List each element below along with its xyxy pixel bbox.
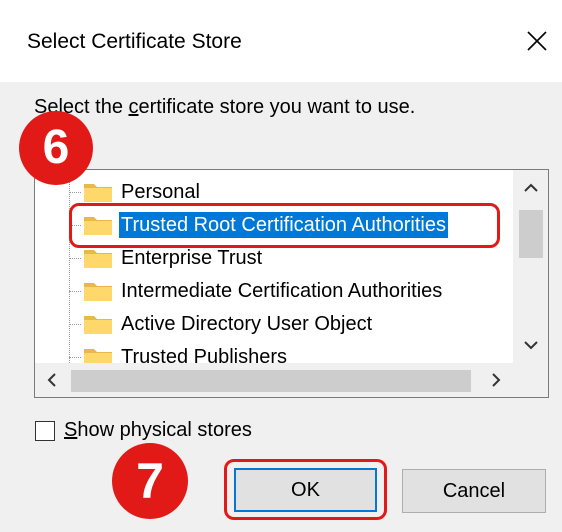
show-physical-stores-label[interactable]: Show physical stores — [64, 419, 252, 442]
tree-view-area: Personal Trusted Root Certification Auth… — [35, 170, 513, 363]
select-certificate-store-dialog: Select Certificate Store Select the cert… — [0, 0, 562, 532]
highlight-trusted-root — [69, 203, 500, 248]
chevron-left-icon[interactable] — [35, 363, 71, 397]
scrollbar-corner — [513, 363, 548, 397]
cancel-button[interactable]: Cancel — [402, 469, 546, 513]
tree-item-label: Enterprise Trust — [121, 247, 263, 269]
chevron-right-icon[interactable] — [477, 363, 513, 397]
folder-icon — [84, 250, 112, 268]
step-7-callout: 7 — [112, 443, 188, 519]
chevron-down-icon[interactable] — [513, 327, 549, 363]
step-6-callout: 6 — [19, 111, 93, 185]
show-physical-stores-checkbox[interactable] — [35, 421, 55, 441]
folder-icon — [84, 283, 112, 301]
folder-icon — [84, 349, 112, 363]
folder-icon — [84, 316, 112, 334]
highlight-ok-button — [224, 459, 387, 520]
vertical-scrollbar[interactable] — [513, 170, 549, 363]
close-icon[interactable] — [526, 30, 548, 52]
tree-item-trusted-publishers[interactable]: Trusted Publishers — [35, 341, 513, 363]
tree-item-label: Intermediate Certification Authorities — [121, 280, 443, 302]
horizontal-scroll-thumb[interactable] — [71, 370, 471, 392]
title-bar: Select Certificate Store — [0, 0, 562, 82]
tree-item-label: Trusted Publishers — [121, 346, 287, 363]
folder-icon — [84, 184, 112, 202]
tree-item-intermediate[interactable]: Intermediate Certification Authorities — [35, 275, 513, 307]
vertical-scroll-thumb[interactable] — [519, 210, 543, 258]
tree-item-label: Personal — [121, 181, 200, 203]
instruction-text: Select the certificate store you want to… — [34, 96, 416, 118]
tree-item-active-directory[interactable]: Active Directory User Object — [35, 308, 513, 340]
horizontal-scrollbar[interactable] — [35, 363, 513, 397]
dialog-title: Select Certificate Store — [27, 30, 242, 53]
tree-item-label: Active Directory User Object — [121, 313, 373, 335]
chevron-up-icon[interactable] — [513, 170, 549, 206]
